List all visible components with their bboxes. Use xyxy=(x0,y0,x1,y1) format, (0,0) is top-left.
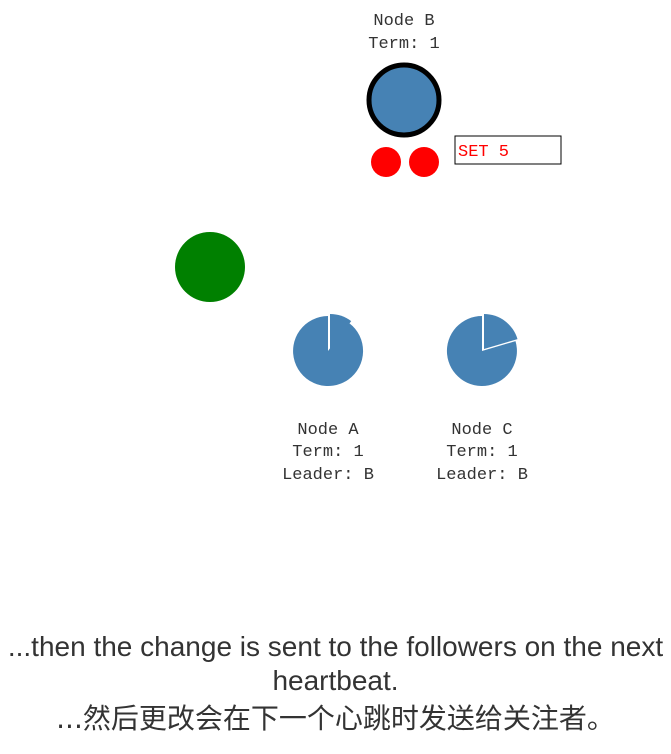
log-entry: SET 5 xyxy=(454,135,562,165)
message-to-node-a xyxy=(371,147,401,177)
node-a[interactable]: Node A Term: 1 Leader: B xyxy=(282,313,374,485)
log-entry-text: SET 5 xyxy=(458,143,509,162)
node-b-name: Node B xyxy=(373,12,434,31)
message-to-node-c xyxy=(409,147,439,177)
client[interactable] xyxy=(175,232,245,302)
caption-english: ...then the change is sent to the follow… xyxy=(7,631,664,696)
node-b-term: Term: 1 xyxy=(368,35,439,54)
node-b[interactable]: Node B Term: 1 xyxy=(366,12,442,138)
node-a-term: Term: 1 xyxy=(292,443,363,462)
node-c[interactable]: Node C Term: 1 Leader: B xyxy=(436,314,528,485)
node-a-leader: Leader: B xyxy=(282,466,374,485)
node-c-term: Term: 1 xyxy=(446,443,517,462)
caption-chinese: ...然后更改会在下一个心跳时发送给关注者。 xyxy=(56,702,615,735)
node-b-circle[interactable] xyxy=(366,62,442,138)
node-a-circle[interactable] xyxy=(293,316,364,386)
cluster-diagram: Node B Term: 1 SET 5 Node A Term: 1 Lead… xyxy=(175,12,562,485)
node-a-name: Node A xyxy=(297,421,359,440)
node-c-leader: Leader: B xyxy=(436,466,528,485)
node-c-name: Node C xyxy=(451,421,512,440)
